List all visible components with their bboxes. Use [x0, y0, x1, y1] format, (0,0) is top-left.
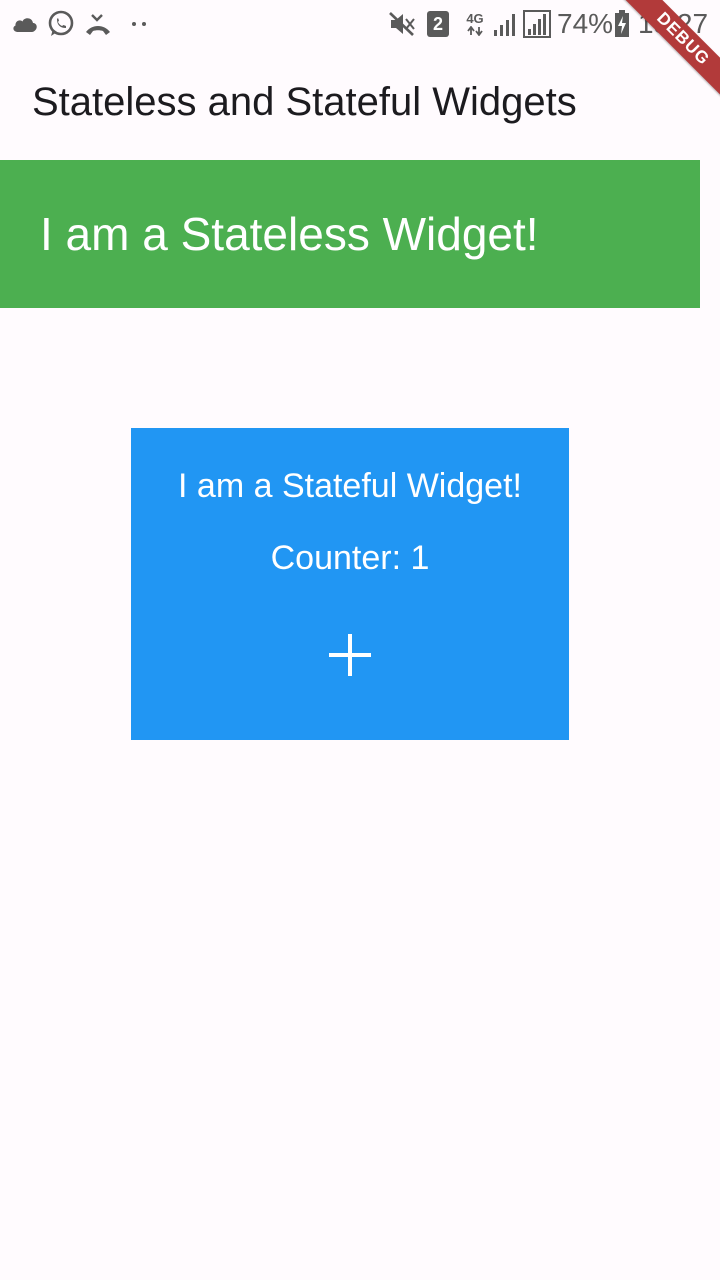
whatsapp-icon: [46, 8, 76, 40]
signal-icon: [522, 8, 552, 40]
cloud-icon: [10, 8, 40, 40]
battery-percent: 74%: [557, 8, 614, 39]
counter-display: Counter: 1: [131, 536, 569, 580]
sim-number: 2: [432, 14, 443, 34]
increment-button[interactable]: [319, 624, 381, 686]
page-title: Stateless and Stateful Widgets: [32, 80, 577, 124]
counter-label: Counter:: [270, 539, 411, 577]
mute-icon: [386, 8, 418, 40]
add-icon: [327, 632, 373, 678]
status-bar: 2 4G 74%: [0, 0, 720, 48]
network-4g-icon: 4G: [462, 8, 488, 40]
battery-charging-icon: [612, 8, 632, 40]
network-type-label: 4G: [466, 11, 484, 26]
stateless-widget-text: I am a Stateless Widget!: [40, 208, 539, 260]
stateful-widget-container: I am a Stateful Widget! Counter: 1: [131, 428, 569, 740]
stateless-widget-container: I am a Stateless Widget!: [0, 160, 700, 308]
stateful-widget-text: I am a Stateful Widget!: [178, 467, 522, 505]
more-dots-icon: [124, 8, 154, 40]
counter-value: 1: [410, 539, 430, 577]
missed-call-icon: [83, 8, 113, 40]
signal-icon: [492, 8, 520, 40]
sim-2-icon: 2: [426, 8, 450, 40]
